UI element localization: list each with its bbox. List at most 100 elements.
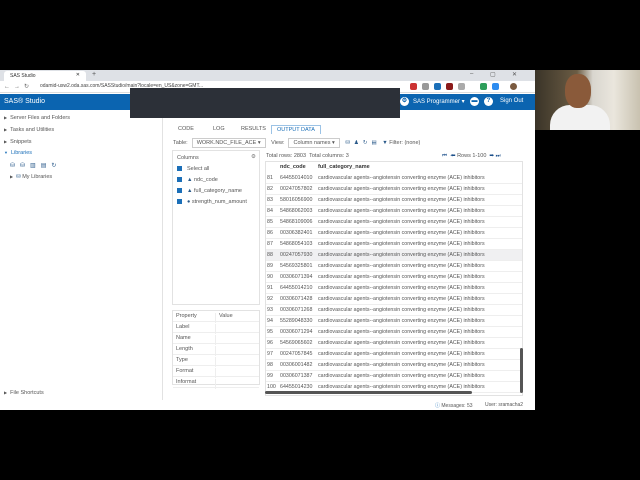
library-toolbar[interactable]: ⛁⛁▥▤↻	[10, 162, 61, 169]
main-area: CODE LOG RESULTS OUTPUT DATA Table: WORK.…	[165, 110, 535, 400]
extension-icon[interactable]	[480, 83, 487, 90]
extension-icon[interactable]	[422, 83, 429, 90]
new-tab-button[interactable]: +	[92, 71, 96, 78]
table-row[interactable]: 92 00306071428 cardiovascular agents--angi…	[266, 294, 522, 305]
checkbox[interactable]	[177, 199, 182, 205]
next-page-icon[interactable]: ➡	[489, 153, 494, 159]
extension-icon[interactable]	[492, 83, 499, 90]
table-row[interactable]: 95 00306071294 cardiovascular agents--angi…	[266, 327, 522, 338]
table-row[interactable]: 99 00306071387 cardiovascular agents--angi…	[266, 371, 522, 382]
grid-tool-icons[interactable]: ⛁♟↻▤	[345, 140, 380, 146]
checkbox[interactable]	[177, 188, 182, 194]
table-row[interactable]: 85 54868109006 cardiovascular agents--angi…	[266, 217, 522, 228]
label: My Libraries	[22, 174, 53, 180]
column-header-ndc-code[interactable]: ndc_code	[280, 164, 306, 170]
column-settings-icon[interactable]: ⚙	[251, 154, 256, 160]
table-row[interactable]: 96 54569065602 cardiovascular agents--angi…	[266, 338, 522, 349]
table-row[interactable]: 82 00247057802 cardiovascular agents--angi…	[266, 184, 522, 195]
my-libraries-node[interactable]: ▶ ⛁ My Libraries	[10, 174, 52, 180]
table-row[interactable]: 98 00306001482 cardiovascular agents--angi…	[266, 360, 522, 371]
column-ndc-code[interactable]: ▲ ndc_code	[177, 177, 218, 183]
maximize-icon[interactable]: ▢	[490, 71, 496, 78]
view-select[interactable]: Column names ▾	[288, 138, 340, 148]
table-row[interactable]: 91 64455014210 cardiovascular agents--angi…	[266, 283, 522, 294]
checkbox[interactable]	[177, 166, 182, 172]
column-header-full-category-name[interactable]: full_category_name	[318, 164, 370, 170]
extension-icon[interactable]	[410, 83, 417, 90]
category-cell: cardiovascular agents--angiotensin conve…	[318, 186, 485, 192]
minimize-icon[interactable]: –	[470, 71, 473, 77]
sidebar-item-libraries[interactable]: ▼ Libraries	[4, 150, 32, 156]
app-name: SAS® Studio	[4, 98, 45, 105]
help-icon[interactable]: ?	[484, 97, 493, 106]
table-row[interactable]: 83 58016056900 cardiovascular agents--angi…	[266, 195, 522, 206]
table-label: Table:	[173, 140, 188, 146]
character-type-icon: ▲	[187, 188, 194, 194]
tab-code[interactable]: CODE	[173, 125, 199, 133]
redaction-overlay	[130, 88, 400, 118]
table-row[interactable]: 97 00247057845 cardiovascular agents--angi…	[266, 349, 522, 360]
first-page-icon[interactable]: ⏮	[442, 153, 447, 159]
sidebar-item-snippets[interactable]: ▶ Snippets	[4, 139, 31, 145]
ndc-code-cell: 54569065602	[280, 340, 313, 346]
label: full_category_name	[193, 188, 242, 194]
column-strength-num-amount[interactable]: ● strength_num_amount	[177, 199, 247, 205]
table-row[interactable]: 84 54868062003 cardiovascular agents--angi…	[266, 206, 522, 217]
table-row[interactable]: 86 00306382401 cardiovascular agents--angi…	[266, 228, 522, 239]
property-row: Informat	[173, 377, 259, 389]
category-cell: cardiovascular agents--angiotensin conve…	[318, 329, 485, 335]
extension-icon[interactable]	[434, 83, 441, 90]
close-window-icon[interactable]: ✕	[512, 71, 517, 78]
profile-avatar[interactable]	[510, 83, 517, 90]
table-row[interactable]: 94 55289048330 cardiovascular agents--angi…	[266, 316, 522, 327]
pdf-extension-icon[interactable]	[446, 83, 453, 90]
expand-icon: ▶	[10, 174, 14, 179]
horizontal-scrollbar[interactable]	[265, 391, 472, 394]
table-row[interactable]: 93 00306071268 cardiovascular agents--angi…	[266, 305, 522, 316]
filter-icon[interactable]: ▼	[382, 140, 387, 146]
label: Property	[176, 313, 197, 319]
ndc-code-cell: 58016056900	[280, 197, 313, 203]
category-cell: cardiovascular agents--angiotensin conve…	[318, 285, 485, 291]
sidebar-item-server-files[interactable]: ▶ Server Files and Folders	[4, 115, 70, 121]
table-row[interactable]: 90 00306071394 cardiovascular agents--angi…	[266, 272, 522, 283]
checkbox[interactable]	[177, 177, 182, 183]
filter-label[interactable]: Filter:	[389, 140, 403, 146]
table-row[interactable]: 89 54569325801 cardiovascular agents--angi…	[266, 261, 522, 272]
row-number: 100	[267, 384, 276, 390]
browser-tab[interactable]: SAS Studio ✕	[4, 71, 86, 81]
vertical-scrollbar[interactable]	[520, 348, 523, 393]
extension-icon[interactable]	[458, 83, 465, 90]
sign-out-link[interactable]: Sign Out	[500, 98, 523, 104]
row-number: 92	[267, 296, 273, 302]
toolbar-icon[interactable]: ▬	[470, 97, 479, 106]
columns-title: Columns	[177, 155, 199, 161]
status-bar: ⓘ Messages: 53 User: sramacha2	[165, 400, 535, 410]
last-page-icon[interactable]: ⏭	[496, 153, 501, 159]
row-number: 85	[267, 219, 273, 225]
category-cell: cardiovascular agents--angiotensin conve…	[318, 197, 485, 203]
sidebar-item-file-shortcuts[interactable]: ▶ File Shortcuts	[4, 390, 44, 396]
select-all-checkbox[interactable]: Select all	[177, 166, 209, 172]
settings-icon[interactable]: ⚙	[400, 97, 409, 106]
table-select[interactable]: WORK.NDC_FILE_ACE ▾	[191, 138, 266, 148]
table-row[interactable]: 87 54868054103 cardiovascular agents--angi…	[266, 239, 522, 250]
table-row[interactable]: 81 64455014010 cardiovascular agents--angi…	[266, 173, 522, 184]
tab-output-data[interactable]: OUTPUT DATA	[271, 125, 321, 134]
tab-results[interactable]: RESULTS	[236, 125, 271, 133]
expand-icon: ▶	[4, 390, 8, 395]
label: Name	[176, 335, 191, 341]
prev-page-icon[interactable]: ⬅	[450, 153, 456, 159]
tab-log[interactable]: LOG	[208, 125, 230, 133]
collapse-icon: ▼	[4, 150, 8, 155]
column-full-category-name[interactable]: ▲ full_category_name	[177, 188, 242, 194]
nav-buttons[interactable]: ←→↻	[4, 83, 33, 90]
table-row[interactable]: 88 00247057930 cardiovascular agents--angi…	[266, 250, 522, 261]
sidebar-item-tasks[interactable]: ▶ Tasks and Utilities	[4, 127, 54, 133]
ndc-code-cell: 00306001482	[280, 362, 313, 368]
close-tab-icon[interactable]: ✕	[76, 72, 80, 78]
perspective-menu[interactable]: SAS Programmer ▾	[413, 98, 465, 105]
total-rows: Total rows: 2803	[266, 153, 307, 159]
messages-indicator[interactable]: ⓘ Messages: 53	[435, 402, 473, 409]
ndc-code-cell: 00247057802	[280, 186, 313, 192]
